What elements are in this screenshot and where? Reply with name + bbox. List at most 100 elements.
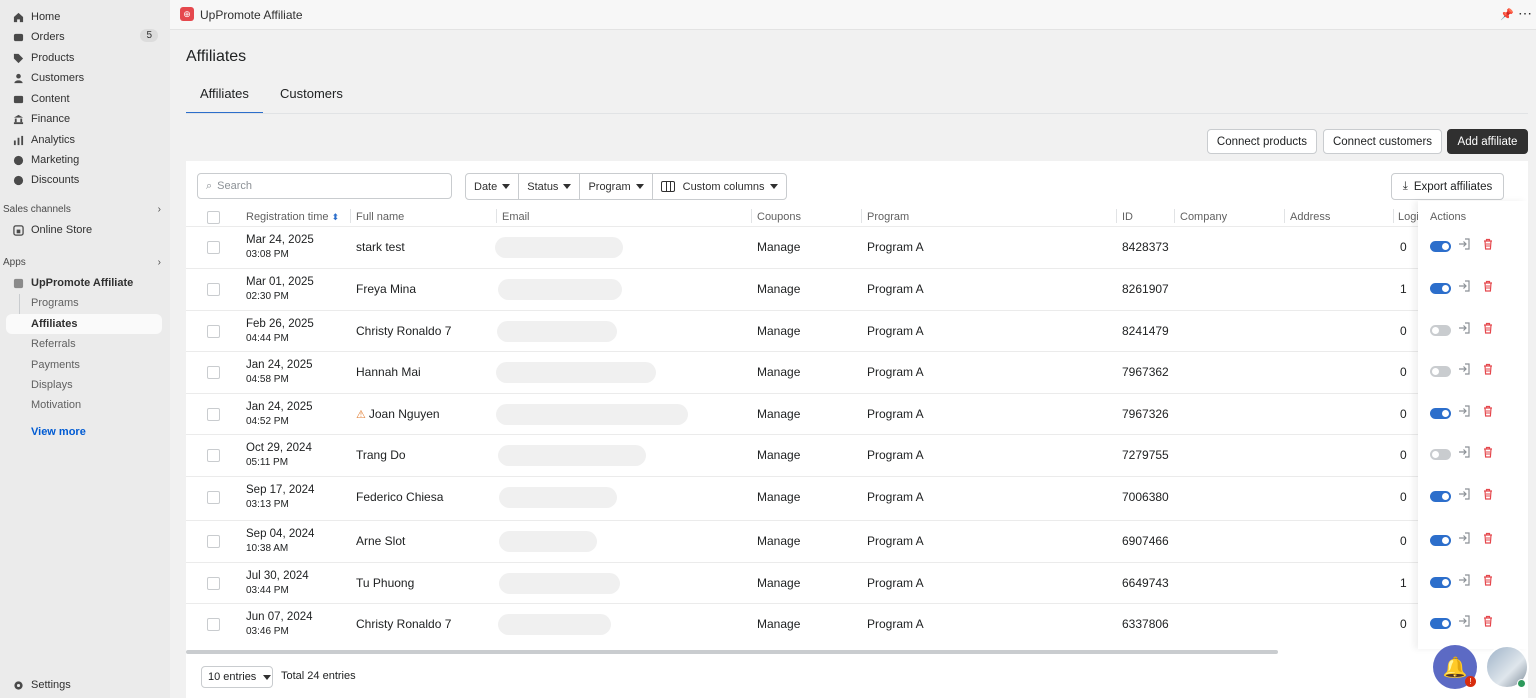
row-checkbox[interactable]: [207, 491, 220, 504]
col-separator: [1393, 209, 1394, 223]
row-checkbox[interactable]: [207, 241, 220, 254]
full-name[interactable]: Hannah Mai: [356, 365, 421, 379]
sidebar-item-online-store[interactable]: Online Store: [6, 220, 162, 240]
login-as-affiliate-icon[interactable]: [1458, 405, 1470, 417]
sidebar-item-uppromote[interactable]: UpPromote Affiliate: [6, 273, 162, 293]
login-as-affiliate-icon[interactable]: [1458, 615, 1470, 627]
full-name[interactable]: Tu Phuong: [356, 576, 414, 590]
coupons-manage-link[interactable]: Manage: [757, 407, 800, 421]
horizontal-scrollbar[interactable]: [186, 650, 1278, 654]
status-toggle[interactable]: [1430, 283, 1451, 294]
delete-icon[interactable]: [1482, 615, 1494, 627]
status-toggle[interactable]: [1430, 618, 1451, 629]
status-toggle[interactable]: [1430, 366, 1451, 377]
coupons-manage-link[interactable]: Manage: [757, 324, 800, 338]
row-checkbox[interactable]: [207, 577, 220, 590]
search-input[interactable]: ⌕ Search: [197, 173, 452, 199]
login-as-affiliate-icon[interactable]: [1458, 488, 1470, 500]
delete-icon[interactable]: [1482, 322, 1494, 334]
export-affiliates-button[interactable]: ⤓ Export affiliates: [1391, 173, 1504, 200]
full-name[interactable]: Arne Slot: [356, 534, 405, 548]
sidebar-item-customers[interactable]: Customers: [6, 68, 162, 88]
custom-columns-filter[interactable]: Custom columns: [653, 174, 786, 199]
delete-icon[interactable]: [1482, 532, 1494, 544]
login-as-affiliate-icon[interactable]: [1458, 363, 1470, 375]
login-as-affiliate-icon[interactable]: [1458, 238, 1470, 250]
delete-icon[interactable]: [1482, 574, 1494, 586]
full-name[interactable]: Federico Chiesa: [356, 490, 443, 504]
sidebar-item-products[interactable]: Products: [6, 48, 162, 68]
full-name[interactable]: Christy Ronaldo 7: [356, 617, 451, 631]
coupons-manage-link[interactable]: Manage: [757, 448, 800, 462]
row-checkbox[interactable]: [207, 366, 220, 379]
view-more-link[interactable]: View more: [31, 426, 86, 438]
sidebar-item-analytics[interactable]: Analytics: [6, 130, 162, 150]
login-as-affiliate-icon[interactable]: [1458, 574, 1470, 586]
status-toggle[interactable]: [1430, 449, 1451, 460]
full-name[interactable]: ⚠ Joan Nguyen: [356, 407, 440, 421]
delete-icon[interactable]: [1482, 446, 1494, 458]
coupons-manage-link[interactable]: Manage: [757, 534, 800, 548]
full-name[interactable]: Freya Mina: [356, 282, 416, 296]
login-as-affiliate-icon[interactable]: [1458, 280, 1470, 292]
login-as-affiliate-icon[interactable]: [1458, 532, 1470, 544]
full-name[interactable]: Christy Ronaldo 7: [356, 324, 451, 338]
sidebar-item-finance[interactable]: Finance: [6, 109, 162, 129]
delete-icon[interactable]: [1482, 405, 1494, 417]
row-checkbox[interactable]: [207, 449, 220, 462]
row-checkbox[interactable]: [207, 283, 220, 296]
sidebar-item-content[interactable]: Content: [6, 89, 162, 109]
status-toggle[interactable]: [1430, 241, 1451, 252]
program-filter[interactable]: Program: [580, 174, 653, 199]
pin-icon[interactable]: 📌: [1500, 8, 1514, 21]
sidebar-sub-payments[interactable]: Payments: [31, 359, 80, 371]
coupons-manage-link[interactable]: Manage: [757, 240, 800, 254]
delete-icon[interactable]: [1482, 238, 1494, 250]
connect-customers-button[interactable]: Connect customers: [1323, 129, 1442, 154]
status-toggle[interactable]: [1430, 577, 1451, 588]
login-as-affiliate-icon[interactable]: [1458, 446, 1470, 458]
tab-affiliates[interactable]: Affiliates: [186, 86, 263, 114]
sidebar-item-discounts[interactable]: Discounts: [6, 170, 162, 190]
select-all-checkbox[interactable]: [207, 211, 220, 224]
connect-products-button[interactable]: Connect products: [1207, 129, 1317, 154]
row-checkbox[interactable]: [207, 325, 220, 338]
add-affiliate-button[interactable]: Add affiliate: [1447, 129, 1528, 154]
coupons-manage-link[interactable]: Manage: [757, 365, 800, 379]
delete-icon[interactable]: [1482, 363, 1494, 375]
col-registration-time[interactable]: Registration time ⬍: [246, 211, 339, 223]
sidebar-item-settings[interactable]: Settings: [6, 675, 162, 695]
sidebar-sub-referrals[interactable]: Referrals: [31, 338, 76, 350]
status-toggle[interactable]: [1430, 408, 1451, 419]
sidebar-sub-motivation[interactable]: Motivation: [31, 399, 81, 411]
full-name[interactable]: stark test: [356, 240, 405, 254]
sidebar-item-marketing[interactable]: Marketing: [6, 150, 162, 170]
row-checkbox[interactable]: [207, 408, 220, 421]
more-options-icon[interactable]: ⋯: [1518, 5, 1532, 22]
status-toggle[interactable]: [1430, 325, 1451, 336]
full-name[interactable]: Trang Do: [356, 448, 406, 462]
sidebar-sub-displays[interactable]: Displays: [31, 379, 73, 391]
delete-icon[interactable]: [1482, 488, 1494, 500]
sidebar-item-home[interactable]: Home: [6, 7, 162, 27]
login-as-affiliate-icon[interactable]: [1458, 322, 1470, 334]
sidebar-sub-programs[interactable]: Programs: [31, 297, 79, 309]
apps-section[interactable]: Apps ›: [3, 257, 161, 268]
status-toggle[interactable]: [1430, 491, 1451, 502]
status-filter[interactable]: Status: [519, 174, 581, 199]
sidebar-item-orders[interactable]: Orders 5: [6, 27, 162, 47]
sales-channels-section[interactable]: Sales channels ›: [3, 204, 161, 215]
date-filter[interactable]: Date: [466, 174, 520, 199]
status-toggle[interactable]: [1430, 535, 1451, 546]
coupons-manage-link[interactable]: Manage: [757, 617, 800, 631]
coupons-manage-link[interactable]: Manage: [757, 282, 800, 296]
coupons-manage-link[interactable]: Manage: [757, 490, 800, 504]
tab-customers[interactable]: Customers: [266, 86, 357, 114]
row-checkbox[interactable]: [207, 535, 220, 548]
entries-per-page-select[interactable]: 10 entries: [201, 666, 273, 688]
sidebar-sub-affiliates[interactable]: Affiliates: [31, 318, 77, 330]
row-checkbox[interactable]: [207, 618, 220, 631]
delete-icon[interactable]: [1482, 280, 1494, 292]
affiliate-id: 7279755: [1122, 448, 1169, 462]
coupons-manage-link[interactable]: Manage: [757, 576, 800, 590]
